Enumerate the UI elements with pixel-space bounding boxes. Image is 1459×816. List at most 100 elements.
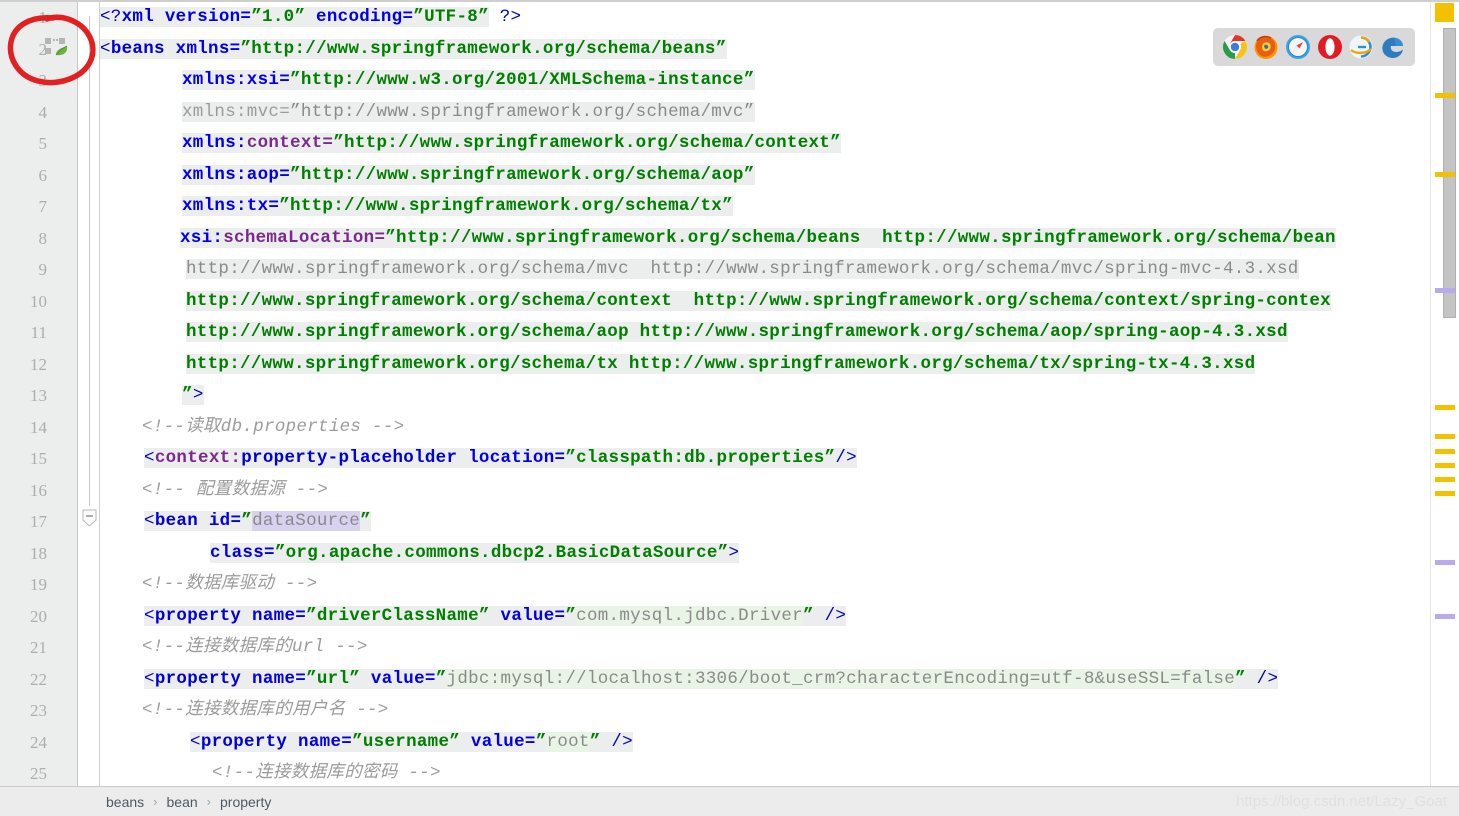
code-line[interactable]: xmlns:xsi=”http://www.w3.org/2001/XMLSch… — [182, 65, 755, 97]
code-line[interactable]: http://www.springframework.org/schema/tx… — [186, 349, 1256, 381]
code-token: name= — [252, 605, 307, 626]
code-line[interactable]: xmlns:mvc=”http://www.springframework.or… — [182, 97, 755, 129]
info-marker[interactable] — [1435, 288, 1455, 293]
warning-count-badge[interactable] — [1435, 3, 1454, 22]
code-editor[interactable]: 1 2 3 4 5 6 7 8 9 10 11 12 13 14 15 16 17 18 19 20 21 22 23 24 2… — [0, 0, 1459, 786]
line-number: 6 — [38, 165, 48, 185]
warning-marker[interactable] — [1435, 491, 1455, 496]
breadcrumb-item-beans[interactable]: beans — [104, 794, 146, 810]
code-token: class= — [210, 542, 275, 563]
opera-icon[interactable] — [1317, 34, 1343, 60]
code-token — [600, 731, 612, 752]
line-number: 23 — [30, 701, 47, 720]
code-line[interactable]: xmlns:context=”http://www.springframewor… — [182, 128, 841, 160]
code-line[interactable]: xmlns:aop=”http://www.springframework.or… — [182, 160, 755, 192]
code-line[interactable]: xsi:schemaLocation=”http://www.springfra… — [180, 223, 1336, 255]
code-content[interactable]: <?xml version=”1.0” encoding=”UTF-8” ?> <… — [100, 0, 1430, 786]
code-token: <? — [100, 7, 122, 27]
code-token — [360, 668, 371, 689]
code-token: <!-- 配置数据源 --> — [142, 479, 329, 500]
line-number: 24 — [30, 732, 47, 752]
code-line[interactable]: <?xml version=”1.0” encoding=”UTF-8” ?> — [100, 2, 521, 34]
code-token: xmlns:mvc= — [182, 101, 291, 122]
code-token — [198, 511, 209, 531]
code-line[interactable]: <property name=”url” value=”jdbc:mysql:/… — [144, 664, 1279, 696]
fold-collapse-marker-line-17[interactable] — [82, 509, 97, 527]
code-line[interactable]: <!--连接数据库的用户名 --> — [142, 695, 389, 727]
info-marker[interactable] — [1435, 560, 1455, 565]
code-line[interactable]: http://www.springframework.org/schema/co… — [186, 286, 1331, 318]
code-line[interactable]: class=”org.apache.commons.dbcp2.BasicDat… — [210, 538, 740, 570]
code-token: root — [546, 731, 590, 752]
code-token: ”username” — [352, 731, 461, 752]
code-line[interactable]: <property name=”driverClassName” value=”… — [144, 601, 847, 633]
warning-marker[interactable] — [1435, 172, 1455, 177]
breadcrumb-bar[interactable]: beans › bean › property https://blog.csd… — [0, 786, 1459, 816]
code-token: ”http://www.springframework.org/schema/c… — [333, 133, 841, 153]
warning-marker[interactable] — [1435, 434, 1455, 439]
internet-explorer-icon[interactable] — [1348, 34, 1374, 60]
code-line[interactable]: <!--连接数据库的密码 --> — [212, 758, 441, 786]
code-line[interactable]: <!-- 配置数据源 --> — [142, 475, 328, 507]
code-line[interactable]: <!--数据库驱动 --> — [142, 569, 317, 601]
line-number: 7 — [38, 197, 48, 216]
warning-marker[interactable] — [1435, 449, 1455, 454]
marker-gutter[interactable] — [1430, 0, 1459, 786]
code-token: encoding= — [305, 7, 414, 27]
code-token: property — [154, 605, 242, 626]
code-line[interactable]: xmlns:tx=”http://www.springframework.org… — [182, 191, 733, 223]
breadcrumb-item-property[interactable]: property — [218, 794, 273, 810]
code-token: ”http://www.springframework.org/schema/b… — [240, 38, 727, 59]
code-token: property — [154, 668, 242, 689]
warning-marker[interactable] — [1435, 93, 1455, 98]
info-marker[interactable] — [1435, 614, 1455, 619]
code-token: bean — [154, 511, 199, 531]
editor-window: 1 2 3 4 5 6 7 8 9 10 11 12 13 14 15 16 17 18 19 20 21 22 23 24 2… — [0, 0, 1459, 816]
code-line[interactable]: <bean id=”dataSource” — [144, 506, 371, 538]
code-token: ”http://www.springframework.org/schema/t… — [279, 196, 733, 216]
code-line[interactable]: http://www.springframework.org/schema/mv… — [186, 254, 1299, 286]
code-token — [164, 38, 176, 59]
breadcrumb-item-bean[interactable]: bean — [165, 794, 200, 810]
line-number-gutter[interactable]: 1 2 3 4 5 6 7 8 9 10 11 12 13 14 15 16 17 18 19 20 21 22 23 24 2… — [0, 0, 78, 786]
line-number: 22 — [30, 669, 47, 689]
line-number: 21 — [30, 638, 47, 657]
code-line[interactable]: http://www.springframework.org/schema/ao… — [186, 317, 1288, 349]
code-token: < — [144, 448, 155, 468]
code-token: < — [100, 38, 111, 59]
safari-icon[interactable] — [1285, 34, 1311, 60]
spring-bean-icon[interactable] — [44, 36, 70, 62]
code-token: /> — [824, 605, 847, 626]
code-line[interactable]: <beans xmlns=”http://www.springframework… — [100, 34, 727, 66]
code-token — [241, 605, 253, 626]
code-token: /> — [611, 731, 633, 752]
firefox-icon[interactable] — [1253, 34, 1279, 60]
code-line[interactable]: <!--连接数据库的url --> — [142, 632, 368, 664]
code-token: value= — [470, 731, 536, 752]
code-line[interactable]: ”> — [182, 380, 204, 412]
warning-marker[interactable] — [1435, 405, 1455, 410]
code-line[interactable]: <property name=”username” value=”root” /… — [190, 727, 633, 759]
code-token: xmlns:tx= — [182, 196, 280, 216]
code-token — [457, 448, 469, 468]
code-token: id= — [208, 511, 242, 531]
code-token: beans — [110, 38, 165, 59]
warning-marker[interactable] — [1435, 463, 1455, 468]
code-token: context= — [246, 133, 334, 153]
code-token: xmlns= — [175, 38, 241, 59]
code-token: dataSource — [252, 511, 361, 531]
chrome-icon[interactable] — [1222, 34, 1248, 60]
line-number: 15 — [30, 449, 47, 468]
code-token: property-placeholder — [241, 448, 458, 468]
code-token: /> — [1256, 668, 1279, 689]
code-token: context: — [154, 448, 242, 468]
code-line[interactable]: <!--读取db.properties --> — [142, 412, 404, 444]
warning-marker[interactable] — [1435, 477, 1455, 482]
code-token: <!--连接数据库的密码 --> — [212, 763, 441, 783]
line-number: 12 — [30, 354, 47, 374]
code-line[interactable]: <context:property-placeholder location=”… — [144, 443, 857, 475]
code-token — [813, 605, 825, 626]
browser-compatibility-strip[interactable] — [1213, 28, 1415, 66]
line-number: 13 — [30, 386, 47, 405]
edge-icon[interactable] — [1380, 34, 1406, 60]
